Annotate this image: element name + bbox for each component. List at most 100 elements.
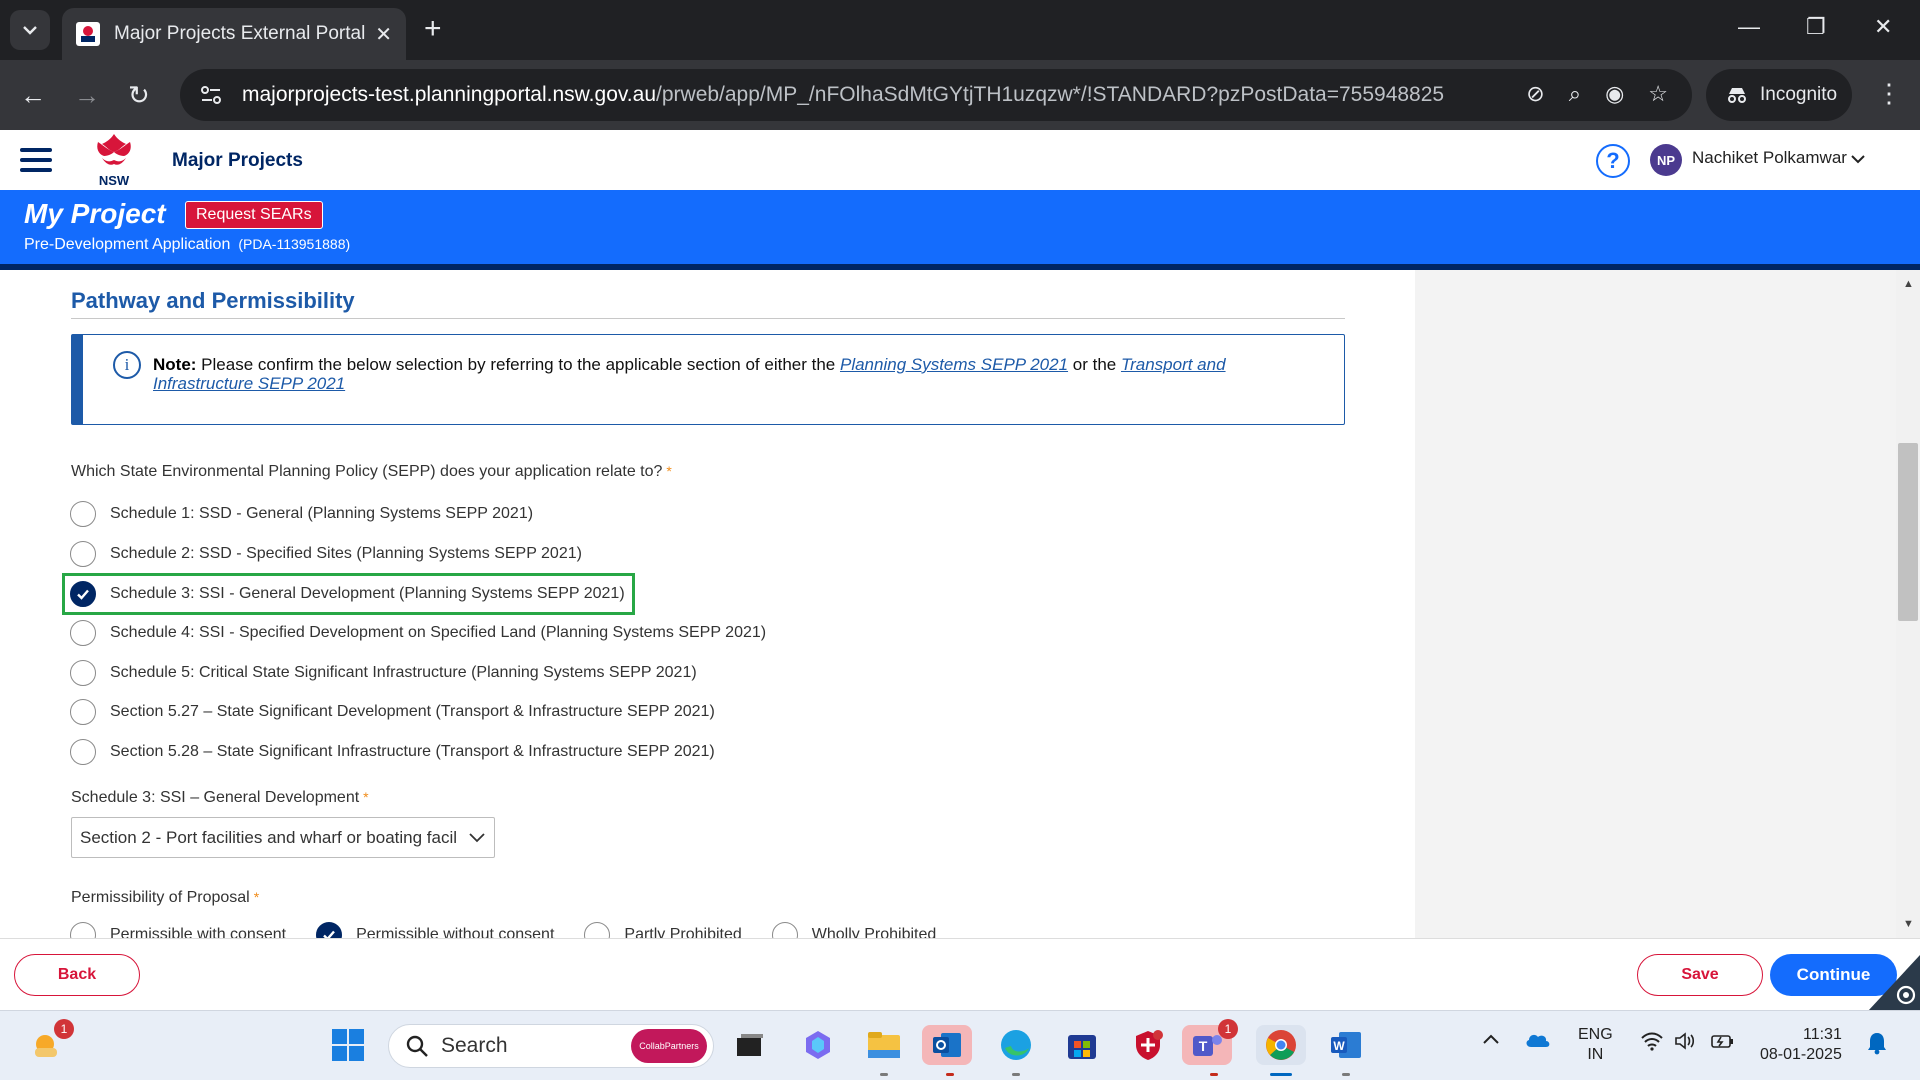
file-explorer-icon[interactable]: [864, 1025, 904, 1065]
minimize-icon[interactable]: —: [1738, 14, 1760, 40]
sepp-question-text: Which State Environmental Planning Polic…: [71, 463, 663, 480]
radio-button[interactable]: [70, 541, 96, 567]
volume-icon[interactable]: [1674, 1031, 1698, 1056]
permissibility-label: Permissibility of Proposal *: [71, 889, 259, 907]
browser-tab-active[interactable]: Major Projects External Portal ✕: [62, 8, 406, 60]
tab-close-icon[interactable]: ✕: [375, 22, 392, 47]
security-app-icon[interactable]: [1128, 1025, 1168, 1065]
clock-date: 08-01-2025: [1760, 1046, 1842, 1063]
radio-button-checked[interactable]: [316, 922, 343, 938]
application-type: Pre-Development Application: [24, 236, 231, 253]
reload-icon[interactable]: ↻: [128, 80, 150, 111]
request-sears-button[interactable]: Request SEARs: [185, 201, 323, 229]
system-clock[interactable]: 11:31 08-01-2025: [1760, 1025, 1842, 1065]
tab-search-button[interactable]: [10, 10, 50, 50]
chrome-icon[interactable]: [1256, 1025, 1306, 1065]
help-icon[interactable]: ?: [1596, 144, 1630, 178]
sepp-option-schedule-3[interactable]: Schedule 3: SSI - General Development (P…: [70, 579, 625, 609]
clock-time: 11:31: [1802, 1026, 1842, 1043]
radio-button[interactable]: [584, 922, 611, 938]
sepp-option-schedule-5[interactable]: Schedule 5: Critical State Significant I…: [70, 658, 697, 688]
permissibility-option-partly-prohibited[interactable]: Partly Prohibited: [584, 922, 742, 938]
nsw-logo[interactable]: NSW: [90, 132, 138, 188]
new-tab-plus-icon[interactable]: +: [424, 12, 442, 46]
page-scrollbar[interactable]: ▲ ▼: [1896, 270, 1920, 938]
language-indicator[interactable]: ENG IN: [1578, 1025, 1613, 1065]
restore-icon[interactable]: ❐: [1806, 14, 1826, 40]
save-button[interactable]: Save: [1637, 954, 1763, 996]
radio-button[interactable]: [70, 620, 96, 646]
running-indicator: [1342, 1073, 1350, 1076]
permissibility-option-without-consent[interactable]: Permissible without consent: [316, 922, 554, 938]
radio-button[interactable]: [70, 922, 96, 938]
permissibility-option-label: Wholly Prohibited: [811, 926, 937, 938]
radio-button[interactable]: [70, 660, 96, 686]
close-window-icon[interactable]: ✕: [1874, 14, 1892, 40]
sepp-option-label: Schedule 3: SSI - General Development (P…: [110, 585, 625, 602]
notification-bell-icon[interactable]: [1866, 1031, 1888, 1060]
collab-partners-badge[interactable]: CollabPartners: [631, 1029, 707, 1063]
wifi-icon[interactable]: [1640, 1031, 1664, 1056]
location-blocked-icon[interactable]: ⊘: [1526, 81, 1544, 107]
scrollbar-thumb[interactable]: [1898, 443, 1918, 621]
permissibility-option-wholly-prohibited[interactable]: Wholly Prohibited: [771, 922, 937, 938]
microsoft-store-icon[interactable]: [1062, 1025, 1102, 1065]
scroll-down-arrow-icon[interactable]: ▼: [1903, 918, 1914, 930]
app-header: NSW Major Projects ? NP Nachiket Polkamw…: [0, 130, 1920, 190]
taskbar-search-box[interactable]: Search CollabPartners: [388, 1024, 714, 1068]
avatar[interactable]: NP: [1650, 144, 1682, 176]
radio-button-checked[interactable]: [70, 581, 96, 607]
schedule3-dropdown[interactable]: Section 2 - Port facilities and wharf or…: [71, 817, 495, 858]
user-menu-chevron-icon[interactable]: [1850, 152, 1866, 166]
copilot-icon[interactable]: [798, 1025, 838, 1065]
right-side-panel: [1415, 270, 1900, 938]
show-hidden-icons-chevron-icon[interactable]: [1482, 1029, 1500, 1050]
weather-widget-icon[interactable]: 1: [28, 1019, 74, 1065]
task-view-icon[interactable]: [730, 1025, 770, 1065]
sepp-option-section-5-27[interactable]: Section 5.27 – State Significant Develop…: [70, 697, 715, 727]
sepp-question-label: Which State Environmental Planning Polic…: [71, 463, 672, 481]
site-info-icon[interactable]: [200, 85, 222, 105]
radio-button[interactable]: [70, 699, 96, 725]
region-code: IN: [1587, 1046, 1604, 1063]
battery-charging-icon[interactable]: [1710, 1031, 1736, 1056]
back-button[interactable]: Back: [14, 954, 140, 996]
user-name[interactable]: Nachiket Polkamwar: [1692, 148, 1847, 168]
radio-button[interactable]: [70, 501, 96, 527]
scroll-up-arrow-icon[interactable]: ▲: [1903, 278, 1914, 290]
incognito-label: Incognito: [1760, 84, 1838, 105]
radio-button[interactable]: [70, 739, 96, 765]
forward-arrow-icon[interactable]: →: [74, 80, 100, 111]
sepp-option-schedule-1[interactable]: Schedule 1: SSD - General (Planning Syst…: [70, 499, 533, 529]
outlook-icon[interactable]: [922, 1025, 972, 1065]
zoom-icon[interactable]: ⌕: [1569, 81, 1581, 107]
back-arrow-icon[interactable]: ←: [20, 80, 46, 111]
word-icon[interactable]: W: [1326, 1025, 1366, 1065]
hamburger-menu-icon[interactable]: [20, 148, 52, 172]
note-label: Note:: [153, 355, 197, 374]
edge-browser-icon[interactable]: [996, 1025, 1036, 1065]
sepp-option-section-5-28[interactable]: Section 5.28 – State Significant Infrast…: [70, 737, 715, 767]
schedule3-label-text: Schedule 3: SSI – General Development: [71, 789, 360, 806]
sepp-option-schedule-2[interactable]: Schedule 2: SSD - Specified Sites (Plann…: [70, 539, 582, 569]
incognito-indicator[interactable]: Incognito: [1706, 69, 1852, 121]
address-bar[interactable]: majorprojects-test.planningportal.nsw.go…: [180, 69, 1692, 121]
section-title: Pathway and Permissibility: [71, 288, 355, 313]
windows-taskbar: 1 Search CollabPartners T 1 W ENG IN 11:…: [0, 1010, 1920, 1080]
radio-button[interactable]: [771, 922, 798, 938]
teams-icon[interactable]: T 1: [1182, 1019, 1238, 1065]
onedrive-cloud-icon[interactable]: [1524, 1031, 1552, 1054]
tracking-protection-eye-icon[interactable]: ◉: [1605, 81, 1624, 107]
settings-gear-icon[interactable]: [1868, 955, 1920, 1011]
planning-systems-sepp-link[interactable]: Planning Systems SEPP 2021: [840, 355, 1068, 374]
permissibility-option-with-consent[interactable]: Permissible with consent: [70, 922, 286, 938]
sepp-option-label: Schedule 4: SSI - Specified Development …: [110, 624, 767, 641]
url-text: majorprojects-test.planningportal.nsw.go…: [242, 83, 1444, 107]
windows-start-icon[interactable]: [328, 1025, 368, 1065]
sepp-option-label: Schedule 5: Critical State Significant I…: [110, 664, 697, 681]
brand-title[interactable]: Major Projects: [172, 150, 303, 172]
sepp-option-schedule-4[interactable]: Schedule 4: SSI - Specified Development …: [70, 618, 766, 648]
browser-menu-icon[interactable]: ⋮: [1876, 78, 1902, 109]
bookmark-star-icon[interactable]: ☆: [1648, 81, 1668, 107]
form-footer: Back Save Continue: [0, 938, 1920, 1011]
